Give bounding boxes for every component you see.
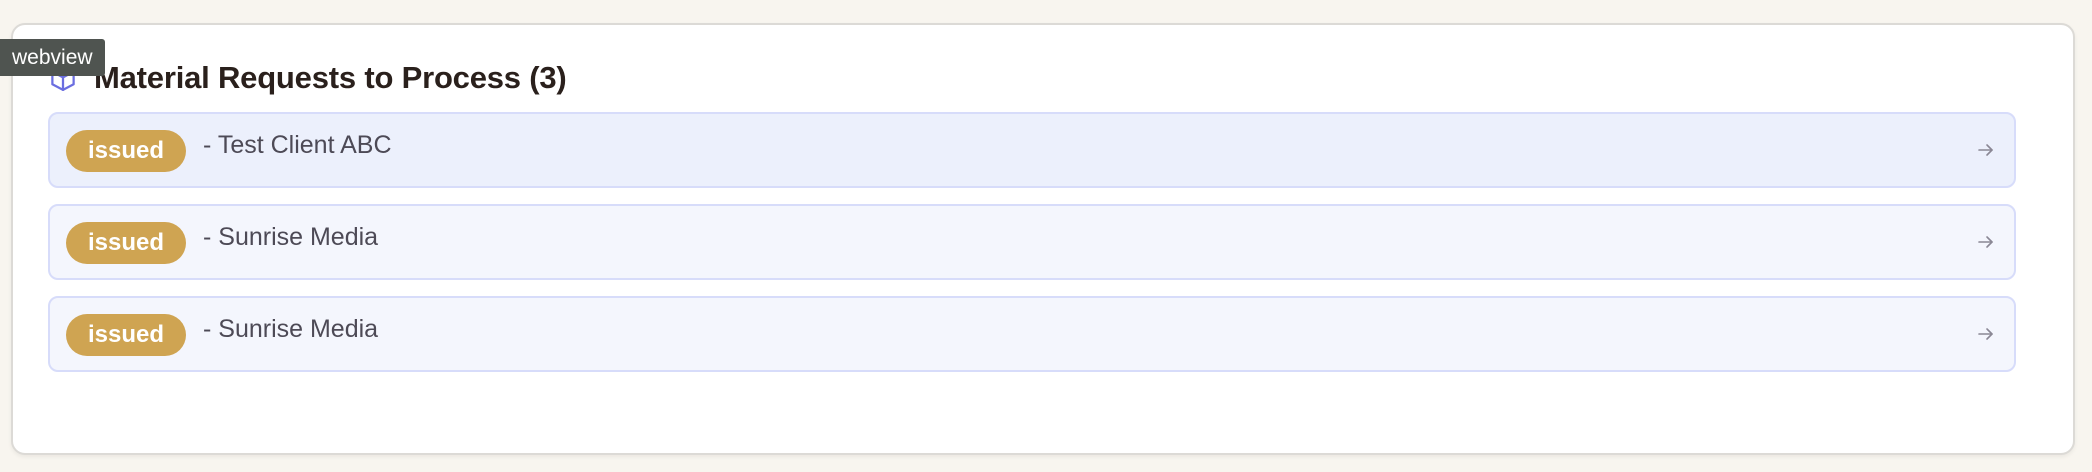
status-badge: issued (66, 130, 187, 172)
webview-label: webview (0, 39, 105, 76)
arrow-right-icon (1978, 144, 1993, 156)
arrow-right-icon (1978, 236, 1993, 248)
status-badge: issued (66, 314, 187, 356)
client-name: - Test Client ABC (203, 131, 392, 159)
request-row[interactable]: issued - Sunrise Media (48, 204, 2016, 280)
client-name: - Sunrise Media (203, 315, 379, 343)
request-row[interactable]: issued - Test Client ABC (48, 112, 2016, 188)
client-name: - Sunrise Media (203, 223, 379, 251)
request-row[interactable]: issued - Sunrise Media (48, 296, 2016, 372)
panel-header: Material Requests to Process (3) (48, 54, 567, 102)
request-list: issued - Test Client ABC issued - Sunris… (48, 112, 2016, 388)
panel-title: Material Requests to Process (3) (94, 60, 567, 95)
arrow-right-icon (1978, 328, 1993, 340)
status-badge: issued (66, 222, 187, 264)
